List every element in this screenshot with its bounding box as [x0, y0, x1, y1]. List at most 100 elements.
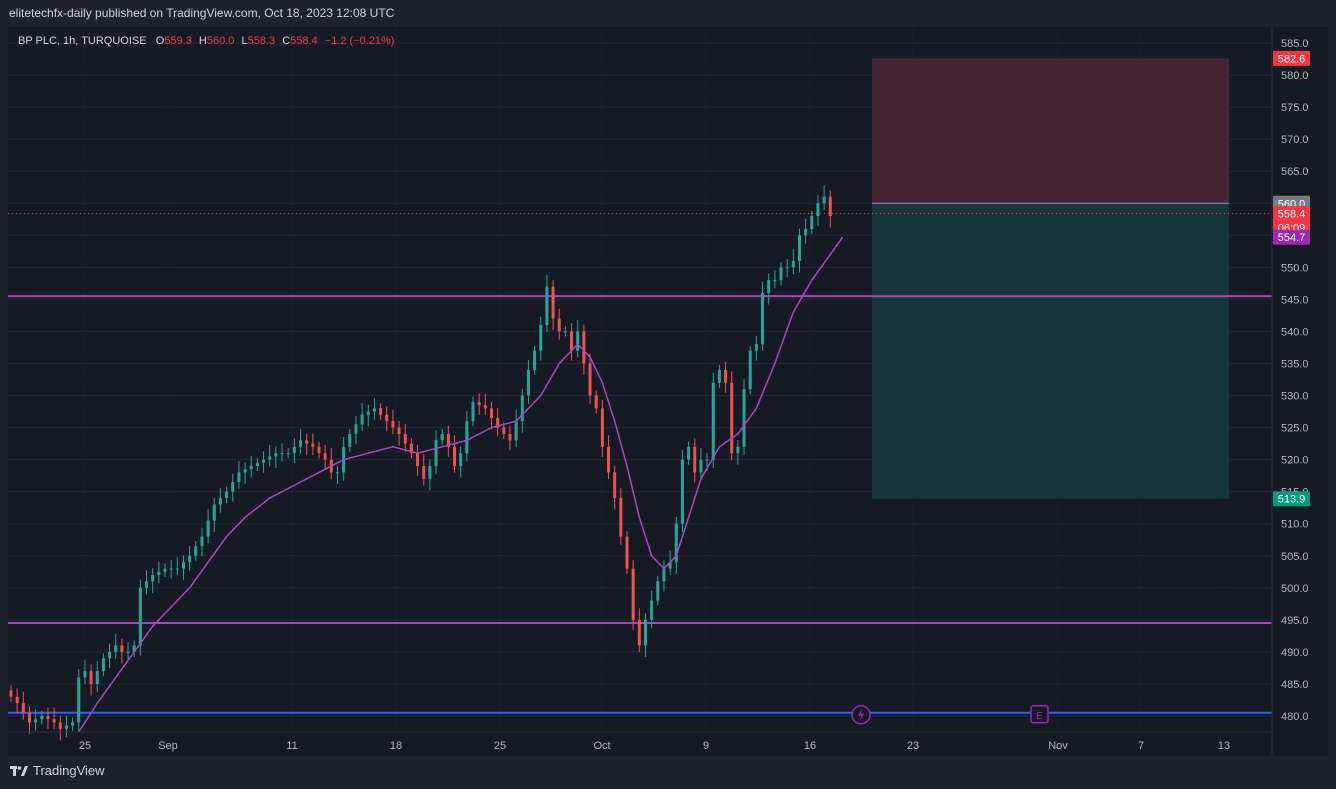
candle-body [151, 574, 155, 582]
candle-body [206, 520, 210, 537]
candle-body [138, 587, 142, 646]
candle-body [607, 446, 611, 473]
candle-body [157, 571, 161, 575]
candle-body [613, 472, 617, 499]
stop-loss-zone [872, 58, 1229, 204]
candle-body [286, 453, 290, 455]
price-chart[interactable]: E480.0485.0490.0495.0500.0505.0510.0515.… [8, 27, 1328, 756]
candle-body [120, 645, 124, 652]
y-tick-label: 580.0 [1281, 70, 1309, 82]
ohlc-legend: BP PLC, 1h, TURQUOISE O559.3 H560.0 L558… [18, 35, 398, 47]
x-tick-label: 23 [907, 740, 919, 752]
candle-body [175, 568, 179, 570]
candle-body [101, 658, 105, 672]
candle-body [465, 421, 469, 454]
candle-body [397, 427, 401, 434]
candle-body [58, 722, 62, 729]
candle-body [9, 690, 13, 697]
candle-body [416, 453, 420, 467]
candle-body [693, 446, 697, 473]
candle-body [453, 446, 457, 467]
candle-body [761, 292, 765, 345]
candle-body [311, 443, 315, 447]
candle-body [773, 280, 777, 282]
candle-body [163, 568, 167, 572]
x-tick-label: 7 [1138, 740, 1144, 752]
candle-body [711, 382, 715, 460]
legend-low-value: 558.3 [247, 35, 276, 47]
candle-body [804, 228, 808, 236]
earnings-event-letter: E [1036, 711, 1043, 722]
candle-body [126, 651, 130, 653]
candle-body [428, 466, 432, 479]
candle-body [785, 267, 789, 269]
price-label-text-stop: 582.6 [1278, 53, 1306, 65]
y-tick-label: 520.0 [1281, 455, 1309, 467]
candle-body [754, 344, 758, 351]
candle-body [200, 536, 204, 547]
y-tick-label: 525.0 [1281, 423, 1309, 435]
legend-symbol[interactable]: BP PLC, 1h, TURQUOISE [18, 35, 147, 47]
candle-body [828, 196, 832, 217]
tradingview-wordmark: TradingView [33, 763, 105, 778]
take-profit-zone [872, 203, 1229, 499]
candle-body [810, 216, 814, 229]
candle-body [557, 318, 561, 332]
x-tick-label: Sep [158, 740, 178, 752]
y-tick-label: 565.0 [1281, 166, 1309, 178]
y-tick-label: 585.0 [1281, 38, 1309, 50]
price-label-text-ma: 554.7 [1278, 232, 1306, 244]
candle-body [27, 712, 31, 723]
tradingview-brand[interactable]: TradingView [10, 763, 105, 778]
y-tick-label: 570.0 [1281, 134, 1309, 146]
candle-body [434, 440, 438, 467]
candle-body [687, 446, 691, 460]
candle-body [21, 703, 25, 713]
candle-body [730, 382, 734, 454]
candle-body [95, 671, 99, 684]
candle-body [551, 286, 555, 319]
candle-body [520, 395, 524, 422]
candle-body [588, 363, 592, 396]
candle-body [385, 414, 389, 422]
moving-average-line [78, 236, 844, 733]
candle-body [218, 498, 222, 505]
candle-body [71, 722, 75, 726]
x-tick-label: 25 [79, 740, 91, 752]
candle-body [46, 715, 50, 720]
candle-body [650, 600, 654, 620]
candle-body [40, 715, 44, 720]
candle-body [231, 482, 235, 492]
candle-body [717, 369, 721, 383]
candle-body [243, 469, 247, 473]
x-tick-label: 16 [804, 740, 816, 752]
candle-body [348, 433, 352, 447]
candle-body [145, 581, 149, 588]
candle-body [15, 696, 19, 704]
candle-body [169, 568, 173, 570]
candle-body [64, 725, 68, 729]
candle-body [539, 325, 543, 351]
y-tick-label: 575.0 [1281, 102, 1309, 114]
candle-body [181, 562, 185, 569]
candle-body [477, 401, 481, 406]
candle-body [779, 267, 783, 281]
candle-body [797, 235, 801, 261]
candle-body [619, 498, 623, 537]
candle-body [274, 453, 278, 457]
y-tick-label: 495.0 [1281, 615, 1309, 627]
chart-panel[interactable]: E480.0485.0490.0495.0500.0505.0510.0515.… [8, 27, 1328, 756]
candle-body [108, 651, 112, 659]
candle-body [323, 453, 327, 460]
candle-body [489, 408, 493, 418]
candle-body [533, 350, 537, 370]
legend-low-label: L [241, 35, 248, 47]
y-tick-label: 480.0 [1281, 711, 1309, 723]
candle-body [83, 671, 87, 678]
price-label-text-target: 513.9 [1278, 494, 1306, 506]
candle-body [34, 719, 38, 723]
candle-body [748, 350, 752, 390]
candle-body [459, 453, 463, 467]
candle-body [563, 331, 567, 333]
candle-body [280, 453, 284, 455]
